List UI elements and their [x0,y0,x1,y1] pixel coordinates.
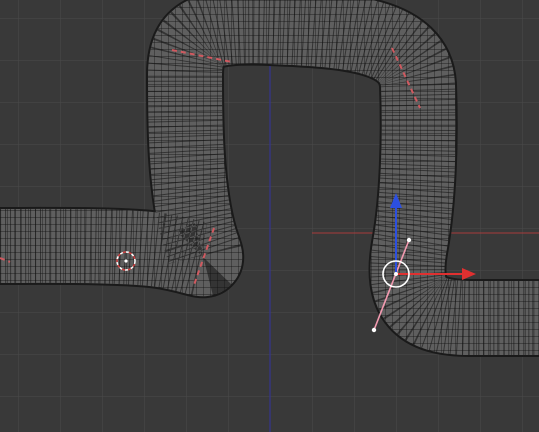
handle-point-bottom[interactable] [371,327,377,333]
3d-viewport[interactable] [0,0,539,432]
gizmo-center [394,272,398,276]
handle-point-top[interactable] [406,237,412,243]
